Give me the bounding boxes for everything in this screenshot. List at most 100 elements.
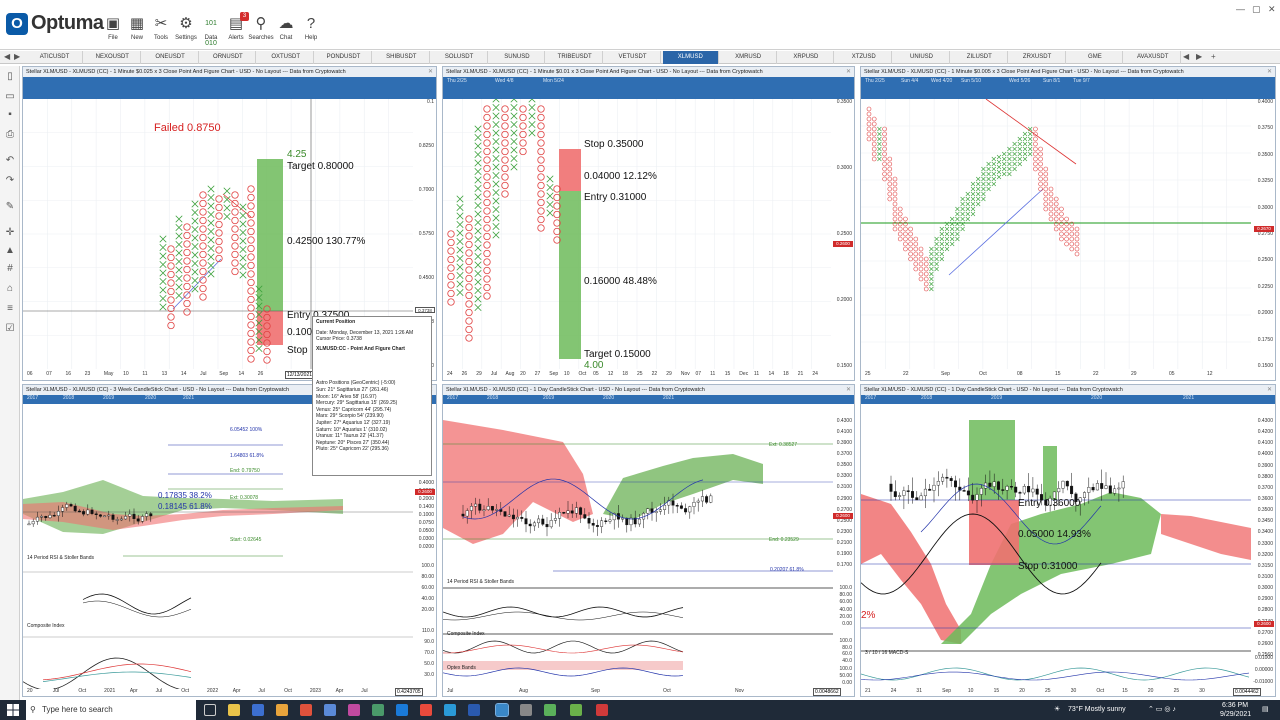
symbol-tab[interactable]: AVAXUSDT — [1125, 51, 1182, 64]
chart-panel-1day-b[interactable]: Stellar XLM/USD - XLMUSD (CC) - 1 Day Ca… — [860, 384, 1276, 697]
symbol-tab[interactable]: OXTUSDT — [258, 51, 315, 64]
panel-close-icon[interactable]: ✕ — [1267, 67, 1272, 77]
pen-icon[interactable]: ✎ — [3, 200, 17, 214]
add-tab-icon[interactable]: + — [1211, 52, 1216, 61]
app-icon[interactable] — [544, 704, 556, 716]
symbol-tab[interactable]: ATICUSDT — [27, 51, 83, 64]
word-icon[interactable] — [468, 704, 480, 716]
crosshair-icon[interactable]: ✛ — [3, 226, 17, 240]
date-scroll-band[interactable] — [23, 77, 436, 99]
price-axis[interactable]: 0.3500 0.3000 0.2500 0.2000 0.1500 — [828, 99, 854, 369]
macd-axis[interactable]: 0.01000 0.00000 -0.01000 — [1249, 655, 1275, 685]
app-icon[interactable] — [372, 704, 384, 716]
symbol-tab[interactable]: SUNUSD — [489, 51, 546, 64]
start-button[interactable] — [0, 700, 26, 720]
weather-text[interactable]: 73°F Mostly sunny — [1068, 705, 1126, 715]
chat-button[interactable]: ☁ Chat — [273, 14, 299, 48]
app-icon[interactable] — [324, 704, 336, 716]
chart-panel-pf-005[interactable]: Stellar XLM/USD - XLMUSD (CC) - 1 Minute… — [860, 66, 1276, 381]
time-axis[interactable]: 24 26 29 Jul Aug 20 27 Sep 10 Oct 05 12 18 25 22 29 Nov 0… — [443, 370, 854, 379]
app-icon[interactable] — [276, 704, 288, 716]
optuma-taskbar-icon[interactable] — [495, 703, 509, 717]
composite-axis[interactable]: 110.0 90.0 70.0 50.0 30.0 — [410, 628, 436, 678]
symbol-tab[interactable]: UNIUSD — [894, 51, 950, 64]
edge-icon[interactable] — [396, 704, 408, 716]
checklist-icon[interactable]: ☑ — [3, 322, 17, 336]
symbol-tab[interactable]: GME — [1067, 51, 1124, 64]
date-scroll-band[interactable]: 2017 2018 2019 2020 2021 — [861, 395, 1275, 404]
chart-panel-1day-a[interactable]: Stellar XLM/USD - XLMUSD (CC) - 1 Day Ca… — [442, 384, 855, 697]
tools-button[interactable]: ✂ Tools — [148, 14, 174, 48]
close-icon[interactable]: ✕ — [1268, 4, 1276, 15]
brush-icon[interactable]: ⌂ — [3, 282, 17, 296]
price-axis[interactable]: 0.4300 0.4100 0.3900 0.3700 0.3500 0.3300 0.31… — [828, 418, 854, 568]
panel-close-icon[interactable]: ✕ — [1267, 385, 1272, 395]
grid-icon[interactable]: # — [3, 262, 17, 276]
symbol-tab[interactable]: ONEUSDT — [143, 51, 199, 64]
symbol-tab[interactable]: XRPUSD — [778, 51, 835, 64]
panel-close-icon[interactable]: ✕ — [846, 385, 851, 395]
settings-button[interactable]: ⚙ Settings — [173, 14, 199, 48]
time-axis[interactable]: 25 22 Sep Oct 08 15 22 29 05 12 — [861, 370, 1275, 379]
symbol-tab[interactable]: SOLUSDT — [432, 51, 488, 64]
symbol-tab[interactable]: NEXOUSDT — [85, 51, 141, 64]
open-icon[interactable]: ▭ — [3, 90, 17, 104]
file-button[interactable]: ▣ File — [100, 14, 126, 48]
print-icon[interactable]: ⎙ — [3, 128, 17, 142]
optex-axis[interactable]: 100.0 50.00 0.00 — [828, 666, 854, 686]
time-axis[interactable]: 20 Jul Oct 2021 Apr Jul Oct 2022 Apr Jul Oct 2023 Ap… — [23, 687, 436, 696]
app-icon[interactable] — [348, 704, 360, 716]
panel-close-icon[interactable]: ✕ — [846, 67, 851, 77]
tabs-scroll-right-icon[interactable]: ▶ — [1196, 52, 1202, 61]
save-icon[interactable]: ▪ — [3, 108, 17, 122]
file-explorer-icon[interactable] — [228, 704, 240, 716]
date-scroll-band[interactable]: Thu 2/25 Wed 4/8 Mon 5/24 — [443, 77, 854, 99]
time-axis[interactable]: 21 24 31 Sep 10 15 20 25 30 Oct 15 20 25 30 — [861, 687, 1275, 696]
panel-close-icon[interactable]: ✕ — [428, 67, 433, 77]
price-axis[interactable]: 0.4000 0.3750 0.3500 0.3250 0.3000 0.2750 0.25… — [1249, 99, 1275, 369]
redo-icon[interactable]: ↷ — [3, 174, 17, 188]
store-icon[interactable] — [252, 704, 264, 716]
back-arrow-icon[interactable]: ◀ — [4, 52, 10, 61]
composite-axis[interactable]: 100.0 80.0 60.0 40.0 — [828, 638, 854, 664]
app-icon[interactable] — [570, 704, 582, 716]
rsi-axis[interactable]: 100.0 80.00 60.00 40.00 20.00 — [410, 563, 436, 613]
brave-icon[interactable] — [300, 704, 312, 716]
pf-chart-2[interactable] — [443, 99, 854, 369]
minimize-icon[interactable]: — — [1236, 4, 1245, 14]
weather-icon[interactable]: ☀ — [1054, 705, 1060, 715]
app-icon[interactable] — [520, 704, 532, 716]
symbol-tab[interactable]: ORNUSDT — [200, 51, 257, 64]
notifications-icon[interactable]: ▤ — [1262, 705, 1269, 715]
telegram-icon[interactable] — [444, 704, 456, 716]
task-view-icon[interactable] — [204, 704, 216, 716]
symbol-tab[interactable]: ZRXUSDT — [1010, 51, 1066, 64]
forward-arrow-icon[interactable]: ▶ — [14, 52, 20, 61]
symbol-tab[interactable]: XTZUSD — [836, 51, 893, 64]
layers-icon[interactable]: ≡ — [3, 302, 17, 316]
undo-icon[interactable]: ↶ — [3, 154, 17, 168]
symbol-tab[interactable]: SHIBUSDT — [374, 51, 430, 64]
new-button[interactable]: ▦ New — [124, 14, 150, 48]
help-button[interactable]: ? Help — [298, 14, 324, 48]
time-axis[interactable]: Jul Aug Sep Oct Nov — [443, 687, 854, 696]
rsi-axis[interactable]: 100.0 80.00 60.00 40.00 20.00 0.00 — [828, 585, 854, 627]
chart-panel-pf-01[interactable]: Stellar XLM/USD - XLMUSD (CC) - 1 Minute… — [442, 66, 855, 381]
date-scroll-band[interactable]: Thu 2/25 Sun 4/4 Wed 4/20 Sun 5/10 Wed 5… — [861, 77, 1275, 99]
app-icon[interactable] — [596, 704, 608, 716]
alerts-button[interactable]: ▤ 3 Alerts — [223, 12, 249, 48]
taskbar-search-input[interactable]: ⚲ Type here to search — [26, 700, 196, 720]
symbol-tab[interactable]: TRIBEUSDT — [547, 51, 604, 64]
data-button[interactable]: 101 010 Data — [198, 14, 224, 48]
document-icon[interactable]: ▯ — [3, 70, 17, 84]
candlestick-chart-1day-b[interactable] — [861, 404, 1275, 689]
date-scroll-band[interactable]: 2017 2018 2019 2020 2021 — [443, 395, 854, 404]
symbol-tab[interactable]: XMRUSD — [721, 51, 777, 64]
pf-chart-3[interactable] — [861, 99, 1275, 369]
symbol-tab[interactable]: PONDUSDT — [316, 51, 372, 64]
symbol-tab[interactable]: ZILUSDT — [952, 51, 1008, 64]
maximize-icon[interactable]: ▢ — [1252, 4, 1261, 15]
searches-button[interactable]: ⚲ Searches — [248, 14, 274, 48]
tray-icons[interactable]: ⌃ ▭ ◎ ♪ — [1148, 705, 1176, 715]
symbol-tab[interactable]: XLMUSD — [662, 51, 719, 64]
